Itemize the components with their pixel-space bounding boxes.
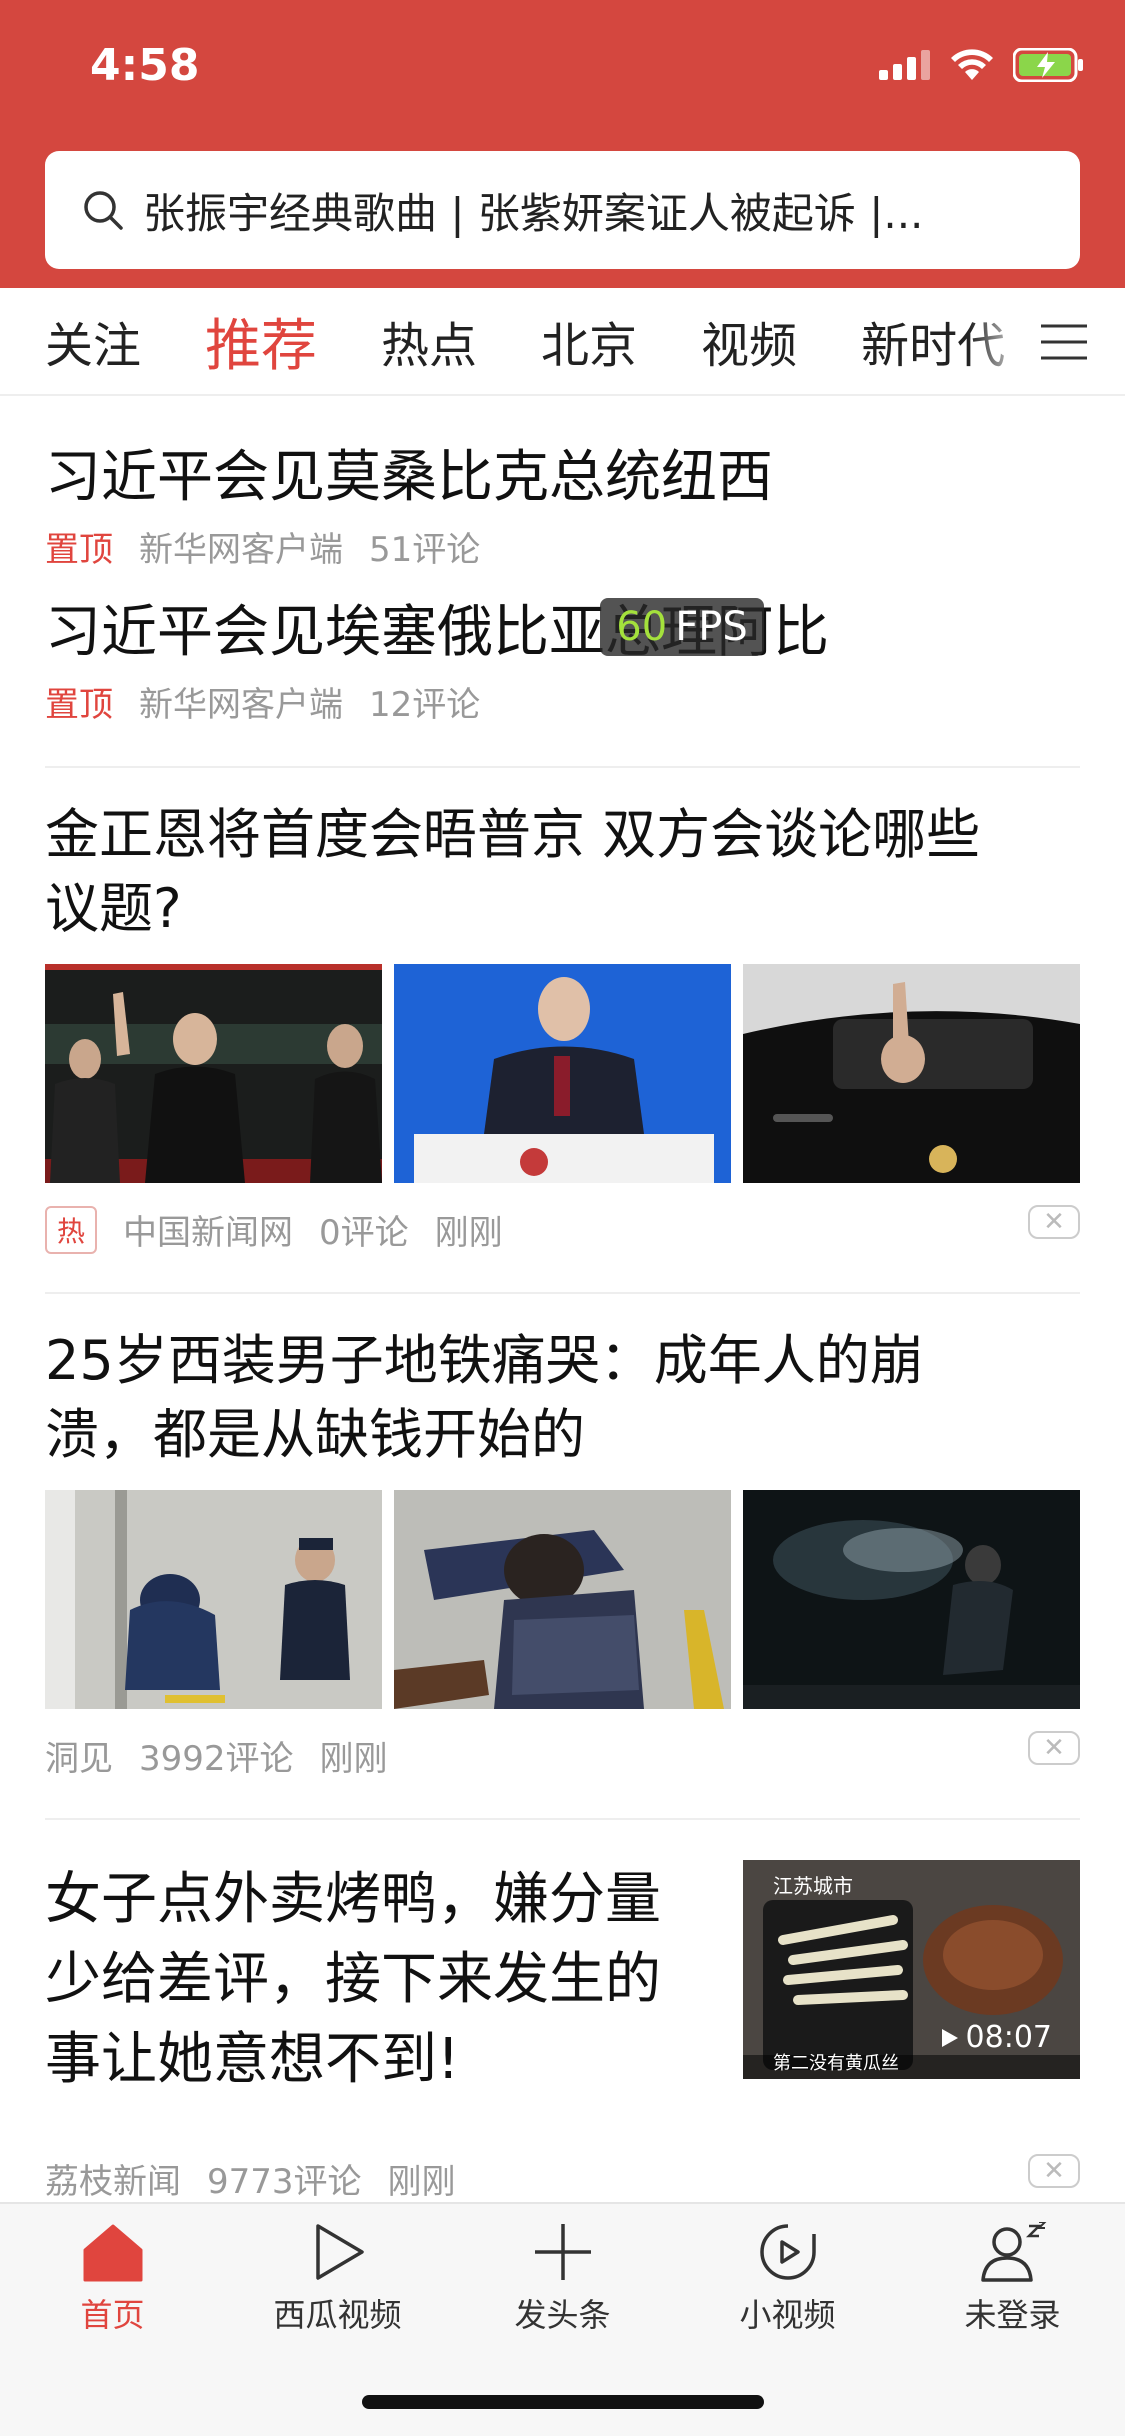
nav-post[interactable]: 发头条 xyxy=(450,2222,675,2336)
nav-label: 未登录 xyxy=(964,2296,1061,2334)
signal-icon xyxy=(879,50,930,80)
video-duration-badge: 08:07 xyxy=(938,2020,1052,2055)
article-source: 荔枝新闻 xyxy=(45,2162,181,2202)
article-meta: 热 中国新闻网 0评论 刚刚 ✕ xyxy=(45,1205,1080,1254)
article-comments: 12评论 xyxy=(369,685,481,725)
article-source: 新华网客户端 xyxy=(139,685,343,725)
nav-label: 小视频 xyxy=(739,2296,836,2334)
article-image xyxy=(45,1490,382,1709)
article-comments: 51评论 xyxy=(369,530,481,570)
article-meta: 置顶 新华网客户端 51评论 xyxy=(45,522,1080,571)
article-time: 刚刚 xyxy=(387,2162,456,2202)
nav-home[interactable]: 首页 xyxy=(0,2222,225,2336)
tab-beijing[interactable]: 北京 xyxy=(541,306,637,376)
article-meta: 置顶 新华网客户端 12评论 xyxy=(45,677,1080,726)
pinned-item[interactable]: 习近平会见莫桑比克总统纽西 置顶 新华网客户端 51评论 xyxy=(45,396,1080,571)
fps-unit: FPS xyxy=(675,604,748,650)
thumbnail-caption: 第二没有黄瓜丝 xyxy=(773,2053,899,2074)
nav-login[interactable]: 未登录 xyxy=(900,2221,1125,2336)
pinned-item[interactable]: 习近平会见埃塞俄比亚总理阿比 置顶 新华网客户端 12评论 xyxy=(45,571,1080,766)
article-time: 刚刚 xyxy=(319,1739,388,1779)
pinned-tag: 置顶 xyxy=(45,530,113,570)
article-image xyxy=(743,964,1080,1183)
fps-value: 60 xyxy=(616,604,668,650)
status-time: 4:58 xyxy=(90,40,200,91)
article-meta: 荔枝新闻 9773评论 刚刚 ✕ xyxy=(45,2154,1080,2203)
article-title: 女子点外卖烤鸭，嫌分量少给差评，接下来发生的事让她意想不到! xyxy=(45,1867,661,2092)
image-row xyxy=(45,1490,1080,1709)
tabs-fade xyxy=(969,288,1029,394)
dislike-button[interactable]: ✕ xyxy=(1028,1205,1080,1239)
wifi-icon xyxy=(951,49,993,80)
article-source: 洞见 xyxy=(45,1739,113,1779)
article-title: 金正恩将首度会晤普京 双方会谈论哪些议题? xyxy=(45,803,981,940)
article-card[interactable]: 金正恩将首度会晤普京 双方会谈论哪些议题? 热 中国新闻网 0评论 刚刚 ✕ xyxy=(45,768,1080,1292)
home-icon xyxy=(83,2224,142,2282)
article-image xyxy=(394,1490,731,1709)
video-duration: 08:07 xyxy=(965,2020,1052,2055)
hot-tag: 热 xyxy=(45,1205,98,1254)
home-indicator[interactable] xyxy=(362,2395,764,2409)
article-title: 习近平会见埃塞俄比亚总理阿比 xyxy=(45,600,829,665)
dislike-button[interactable]: ✕ xyxy=(1028,2154,1080,2188)
article-title: 习近平会见莫桑比克总统纽西 xyxy=(45,445,773,510)
article-source: 中国新闻网 xyxy=(123,1213,294,1253)
nav-small-video[interactable]: 小视频 xyxy=(675,2222,900,2336)
article-title: 25岁西装男子地铁痛哭：成年人的崩溃，都是从缺钱开始的 xyxy=(45,1329,924,1466)
status-bar: 4:58 xyxy=(0,0,1125,150)
menu-icon[interactable] xyxy=(1039,318,1089,366)
plus-icon xyxy=(534,2224,591,2280)
article-image xyxy=(45,964,382,1183)
search-icon xyxy=(84,191,123,230)
news-feed: 习近平会见莫桑比克总统纽西 置顶 新华网客户端 51评论 习近平会见埃塞俄比亚总… xyxy=(45,396,1080,2202)
tab-hot[interactable]: 热点 xyxy=(381,306,477,376)
small-video-icon xyxy=(759,2224,816,2280)
article-meta: 洞见 3992评论 刚刚 ✕ xyxy=(45,1731,1080,1780)
search-suggestion-text: 张振宇经典歌曲 | 张紫妍案证人被起诉 |... xyxy=(143,188,924,238)
channel-logo: 江苏城市 xyxy=(773,1874,853,1898)
tab-video[interactable]: 视频 xyxy=(701,306,797,376)
article-card[interactable]: 女子点外卖烤鸭，嫌分量少给差评，接下来发生的事让她意想不到! 江苏城市 第二没有… xyxy=(45,1820,1080,2202)
nav-label: 西瓜视频 xyxy=(273,2296,402,2334)
article-source: 新华网客户端 xyxy=(139,530,343,570)
category-tabs: 关注 推荐 热点 北京 视频 新时代 xyxy=(0,288,1125,396)
battery-charging-icon xyxy=(1013,48,1083,82)
article-comments: 9773评论 xyxy=(207,2162,362,2202)
pinned-tag: 置顶 xyxy=(45,685,113,725)
user-icon xyxy=(980,2221,1047,2282)
article-image xyxy=(743,1490,1080,1709)
article-comments: 0评论 xyxy=(319,1213,409,1253)
search-bar[interactable]: 张振宇经典歌曲 | 张紫妍案证人被起诉 |... xyxy=(45,151,1080,269)
video-thumbnail[interactable]: 江苏城市 第二没有黄瓜丝 08:07 xyxy=(743,1860,1080,2079)
play-icon xyxy=(941,2028,958,2047)
dislike-button[interactable]: ✕ xyxy=(1028,1731,1080,1765)
nav-label: 发头条 xyxy=(514,2296,611,2334)
status-icons xyxy=(879,48,1085,82)
image-row xyxy=(45,964,1080,1183)
nav-label: 首页 xyxy=(80,2296,145,2334)
tab-follow[interactable]: 关注 xyxy=(45,306,141,376)
article-time: 刚刚 xyxy=(434,1213,503,1253)
play-icon xyxy=(315,2224,364,2280)
article-card[interactable]: 25岁西装男子地铁痛哭：成年人的崩溃，都是从缺钱开始的 洞见 3992评论 刚刚… xyxy=(45,1294,1080,1818)
article-image xyxy=(394,964,731,1183)
fps-overlay: 60 FPS xyxy=(600,598,764,656)
tab-recommend[interactable]: 推荐 xyxy=(205,301,317,382)
article-comments: 3992评论 xyxy=(139,1739,294,1779)
nav-xigua-video[interactable]: 西瓜视频 xyxy=(225,2222,450,2336)
